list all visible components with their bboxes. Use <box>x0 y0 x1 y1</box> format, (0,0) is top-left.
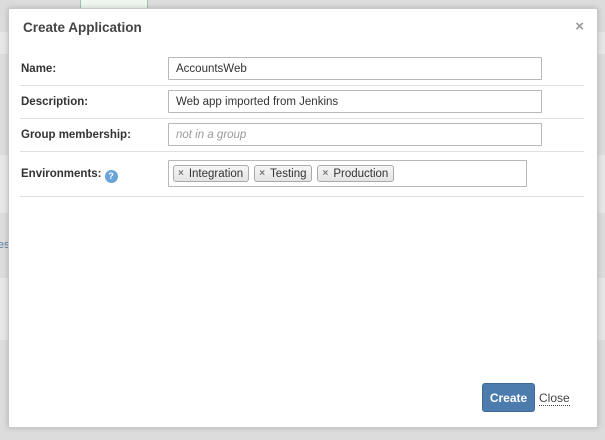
create-application-dialog: Create Application × Name: Description: … <box>8 8 598 428</box>
dialog-title: Create Application <box>23 20 142 35</box>
help-icon[interactable]: ? <box>104 170 118 183</box>
group-membership-input[interactable] <box>168 123 542 146</box>
environment-tag-production: × Production <box>317 165 395 182</box>
environments-row: Environments:? × Integration × Testing × Pr… <box>20 152 584 197</box>
description-label: Description: <box>21 96 89 108</box>
description-row: Description: <box>20 86 584 119</box>
tag-label: Testing <box>270 167 307 180</box>
name-label: Name: <box>21 63 57 75</box>
environments-label: Environments: <box>21 168 102 180</box>
remove-tag-icon[interactable]: × <box>322 168 328 179</box>
name-input[interactable] <box>168 57 542 80</box>
close-icon[interactable]: × <box>575 19 584 34</box>
name-row: Name: <box>20 53 584 86</box>
description-input[interactable] <box>168 90 542 113</box>
environments-label-wrap: Environments:? <box>21 168 118 183</box>
environment-tag-testing: × Testing <box>254 165 313 182</box>
close-link[interactable]: Close <box>539 391 570 406</box>
group-membership-row: Group membership: <box>20 119 584 152</box>
create-button[interactable]: Create <box>482 383 535 412</box>
environment-tag-integration: × Integration <box>173 165 250 182</box>
remove-tag-icon[interactable]: × <box>259 168 265 179</box>
remove-tag-icon[interactable]: × <box>178 168 184 179</box>
environments-tag-input[interactable]: × Integration × Testing × Production <box>168 160 527 187</box>
tag-label: Production <box>333 167 389 180</box>
tag-label: Integration <box>188 167 244 180</box>
group-membership-label: Group membership: <box>21 129 131 141</box>
